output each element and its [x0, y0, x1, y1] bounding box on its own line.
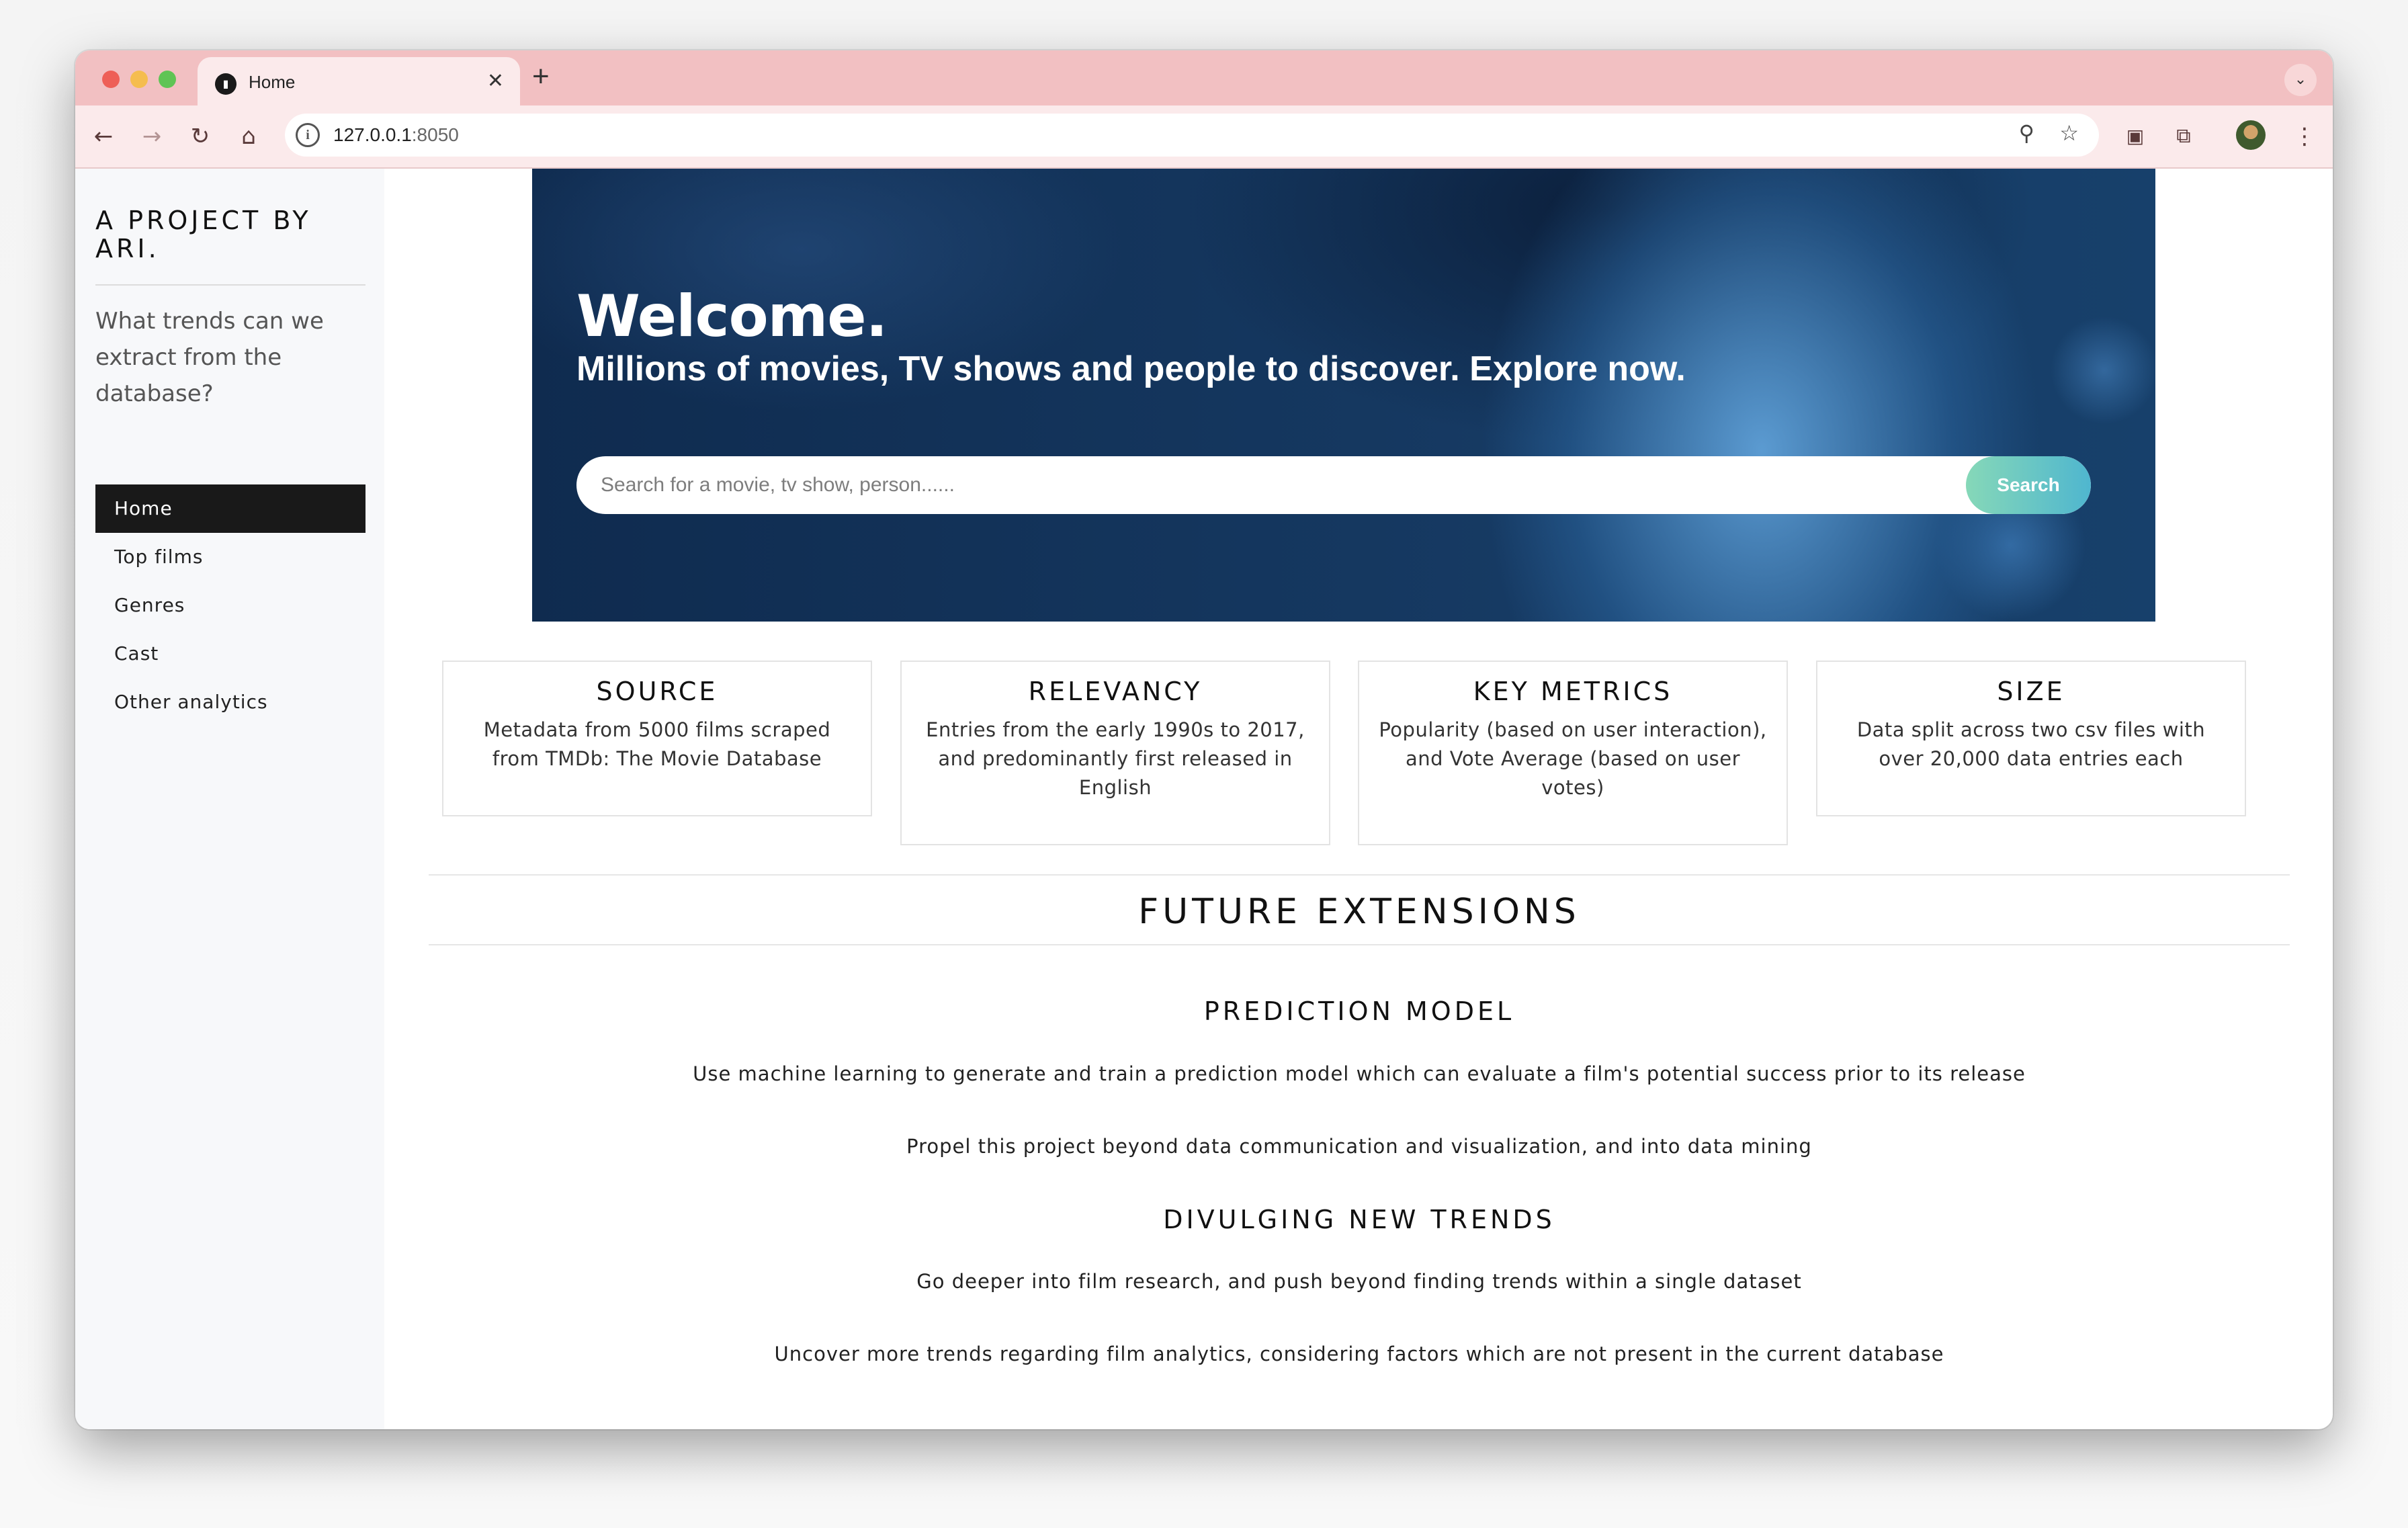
tab-home[interactable]: ▮ Home ✕ — [198, 57, 520, 105]
hero-subtitle: Millions of movies, TV shows and people … — [576, 349, 1686, 388]
card-key-metrics: KEY METRICS Popularity (based on user in… — [1358, 661, 1788, 845]
section-divider-bottom — [429, 944, 2290, 945]
nav-item-genres[interactable]: Genres — [95, 581, 366, 630]
sidebar-nav: Home Top films Genres Cast Other analyti… — [95, 484, 366, 726]
card-title: SIZE — [1997, 677, 2065, 706]
home-icon[interactable]: ⌂ — [230, 118, 267, 155]
back-icon[interactable]: ← — [85, 118, 122, 155]
picture-in-picture-icon[interactable]: ▣ — [2116, 118, 2154, 155]
reload-icon[interactable]: ↻ — [181, 118, 219, 155]
close-window-button[interactable] — [102, 71, 120, 88]
new-tab-button[interactable]: + — [532, 60, 550, 93]
sidebar: A PROJECT BY ARI. What trends can we ext… — [75, 169, 384, 1429]
card-title: RELEVANCY — [1028, 677, 1203, 706]
card-text: Metadata from 5000 films scraped from TM… — [483, 718, 831, 770]
card-title: KEY METRICS — [1473, 677, 1673, 706]
prediction-model-text-2: Propel this project beyond data communic… — [906, 1135, 1812, 1158]
browser-window: ▮ Home ✕ + ⌄ ← → ↻ ⌂ i 127.0.0.1:8050 ⚲ … — [75, 50, 2333, 1429]
sidebar-tagline: What trends can we extract from the data… — [95, 308, 324, 407]
search-button[interactable]: Search — [1966, 456, 2091, 514]
url-text[interactable]: 127.0.0.1:8050 — [333, 124, 459, 146]
future-extensions-title: FUTURE EXTENSIONS — [1138, 892, 1580, 932]
hero-banner: Welcome. Millions of movies, TV shows an… — [532, 169, 2155, 622]
maximize-window-button[interactable] — [159, 71, 176, 88]
card-relevancy: RELEVANCY Entries from the early 1990s t… — [900, 661, 1330, 845]
card-text: Entries from the early 1990s to 2017, an… — [926, 718, 1305, 799]
profile-avatar[interactable] — [2236, 120, 2266, 150]
card-text: Data split across two csv files with ove… — [1856, 718, 2206, 770]
hero-title: Welcome. — [576, 283, 888, 350]
extensions-icon[interactable]: ⧉ — [2165, 118, 2202, 155]
card-source: SOURCE Metadata from 5000 films scraped … — [442, 661, 872, 816]
forward-icon[interactable]: → — [133, 118, 171, 155]
new-trends-text-2: Uncover more trends regarding film analy… — [774, 1343, 1944, 1365]
search-input[interactable] — [576, 456, 1987, 514]
menu-kebab-icon[interactable]: ⋮ — [2286, 118, 2323, 155]
nav-item-top-films[interactable]: Top films — [95, 533, 366, 581]
favicon-icon: ▮ — [215, 73, 236, 95]
tab-title: Home — [249, 72, 296, 92]
address-bar[interactable]: i 127.0.0.1:8050 ⚲ ☆ — [285, 114, 2099, 157]
minimize-window-button[interactable] — [130, 71, 148, 88]
browser-toolbar: ← → ↻ ⌂ i 127.0.0.1:8050 ⚲ ☆ ▣ ⧉ ⋮ — [75, 105, 2333, 169]
card-text: Popularity (based on user interaction), … — [1379, 718, 1767, 799]
prediction-model-title: PREDICTION MODEL — [1203, 996, 1515, 1026]
site-info-icon[interactable]: i — [296, 123, 320, 147]
tab-strip: ▮ Home ✕ + ⌄ — [75, 50, 2333, 105]
new-trends-text-1: Go deeper into film research, and push b… — [916, 1270, 1802, 1293]
nav-item-home[interactable]: Home — [95, 484, 366, 533]
nav-item-other-analytics[interactable]: Other analytics — [95, 678, 366, 726]
card-title: SOURCE — [596, 677, 718, 706]
hero-search-bar: Search — [576, 456, 2091, 514]
bookmark-star-icon[interactable]: ☆ — [2059, 120, 2079, 146]
nav-item-cast[interactable]: Cast — [95, 630, 366, 678]
brand-title: A PROJECT BY ARI. — [95, 206, 312, 263]
close-tab-icon[interactable]: ✕ — [487, 69, 504, 93]
zoom-icon[interactable]: ⚲ — [2019, 120, 2034, 146]
tab-search-button[interactable]: ⌄ — [2284, 64, 2317, 96]
sidebar-divider — [95, 284, 366, 286]
section-divider-top — [429, 874, 2290, 876]
card-size: SIZE Data split across two csv files wit… — [1816, 661, 2246, 816]
new-trends-title: DIVULGING NEW TRENDS — [1163, 1205, 1555, 1234]
prediction-model-text-1: Use machine learning to generate and tra… — [693, 1062, 2026, 1085]
